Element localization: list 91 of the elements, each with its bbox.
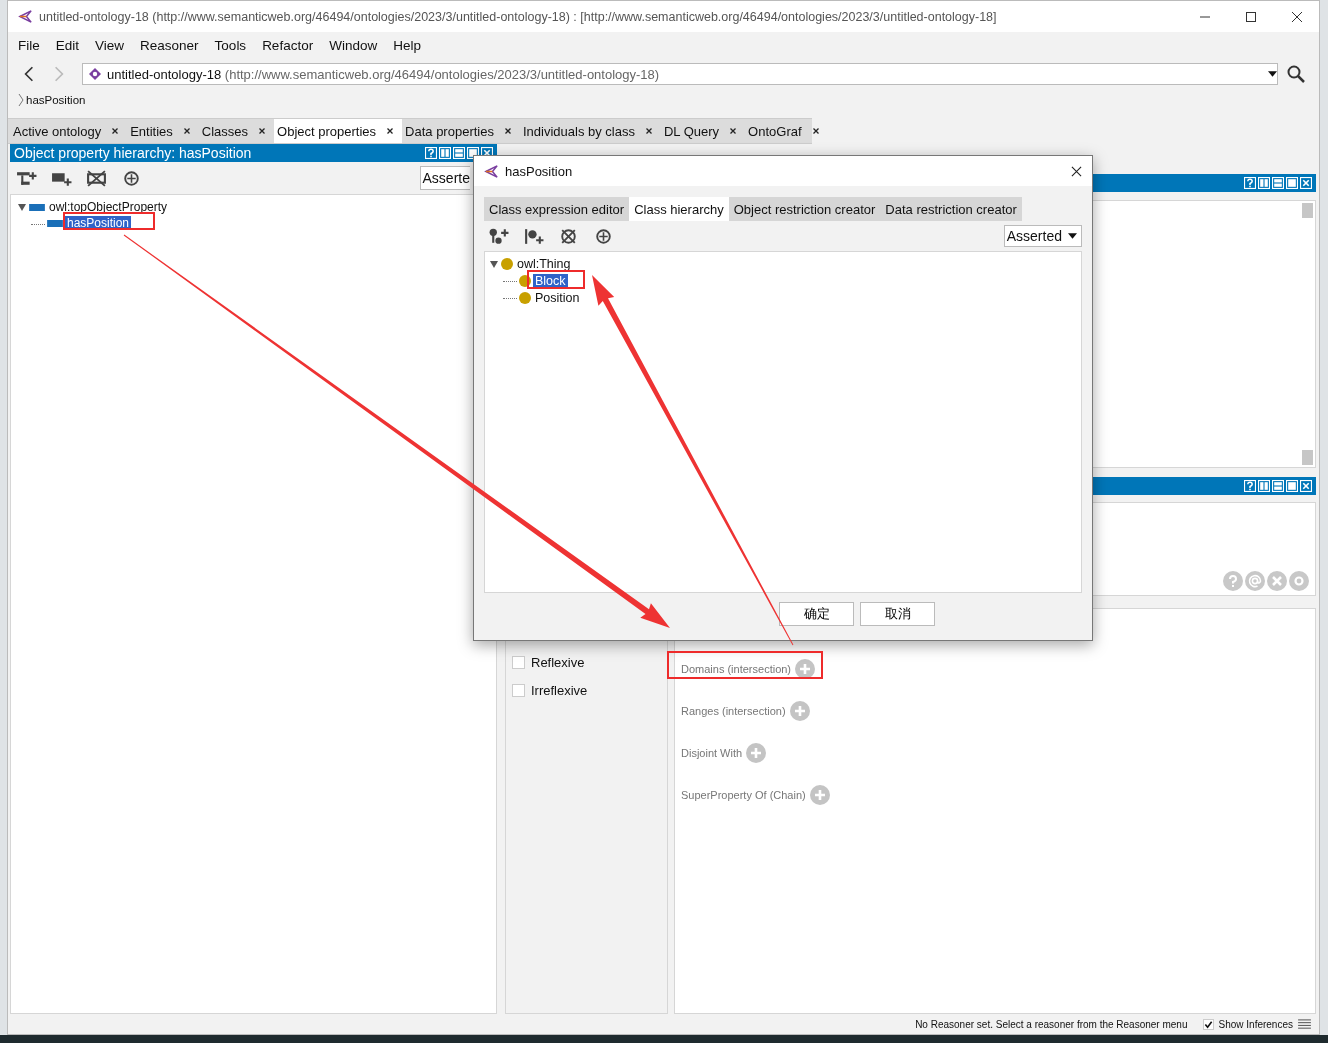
search-icon[interactable] [1287, 65, 1305, 83]
breadcrumb-item[interactable]: hasPosition [26, 94, 86, 106]
tab[interactable]: Class expression editor [484, 197, 630, 221]
help-icon[interactable] [425, 147, 437, 159]
dropdown-caret-icon[interactable] [1068, 233, 1077, 239]
highlight-frame [527, 270, 585, 289]
menu-item[interactable]: Reasoner [132, 37, 207, 53]
close-icon[interactable] [386, 127, 395, 135]
close-icon[interactable] [1071, 165, 1082, 177]
section-label: SuperProperty Of (Chain) [681, 789, 806, 801]
app-logo-icon [18, 9, 33, 24]
target-icon[interactable] [121, 169, 142, 187]
help-icon[interactable] [1244, 177, 1256, 189]
tab[interactable]: Active ontology [10, 119, 128, 143]
tab[interactable]: Entities [127, 119, 199, 143]
menu-item[interactable]: Edit [47, 37, 88, 53]
add-subproperty-icon[interactable] [16, 169, 37, 187]
class-icon [501, 257, 513, 270]
back-icon[interactable] [22, 65, 36, 83]
add-icon[interactable] [795, 659, 816, 679]
menu-item[interactable]: View [87, 37, 133, 53]
close-icon[interactable] [111, 127, 120, 135]
chevron-icon [18, 93, 24, 107]
checkbox[interactable] [512, 684, 525, 697]
close-icon[interactable] [258, 127, 267, 135]
close-icon[interactable] [644, 127, 653, 135]
scrollbar-thumb[interactable] [1302, 450, 1313, 465]
tab[interactable]: Data restriction creator [880, 197, 1022, 221]
checkbox-label: Irreflexive [531, 683, 588, 698]
tab[interactable]: Class hierarchy [629, 197, 729, 221]
menu-icon[interactable] [1298, 1018, 1311, 1030]
split-vertical-icon[interactable] [439, 147, 451, 159]
help-icon[interactable] [1244, 480, 1256, 492]
tab[interactable]: Data properties [402, 119, 520, 143]
split-vertical-icon[interactable] [1258, 480, 1270, 492]
view-mode-dropdown[interactable]: Asserted [1003, 225, 1082, 247]
dialog-button[interactable]: 取消 [860, 602, 935, 626]
menu-item[interactable]: Refactor [254, 37, 322, 53]
window-title: untitled-ontology-18 (http://www.semanticweb.org/46494/ontologies/2023/3/untitled-ontology-18) : [http://www.semanticweb.org/46494/ontologies/2023/3/untitled-ontology-18] [39, 9, 997, 24]
tree-item[interactable]: Block [533, 273, 568, 288]
close-icon[interactable] [729, 127, 738, 135]
tab[interactable]: Classes [198, 119, 275, 143]
target-icon[interactable] [593, 227, 614, 245]
section-label: Domains (intersection) [681, 663, 792, 675]
class-icon [519, 291, 531, 304]
tab[interactable]: OntoGraf [745, 119, 828, 143]
add-sibling-icon[interactable] [523, 227, 544, 245]
panel-title: Object property hierarchy: hasPosition [14, 145, 252, 161]
close-icon[interactable] [1291, 10, 1303, 23]
section-label: Disjoint With [681, 747, 743, 759]
view-mode-dropdown[interactable]: Asserte [419, 166, 470, 190]
status-message: No Reasoner set. Select a reasoner from the Reasoner menu [915, 1018, 1188, 1030]
property-icon [29, 203, 45, 211]
tab[interactable]: Individuals by class [519, 119, 661, 143]
tab[interactable]: DL Query [660, 119, 746, 143]
section-label: Ranges (intersection) [681, 705, 786, 717]
scrollbar-thumb[interactable] [1302, 203, 1313, 218]
collapse-triangle-icon[interactable] [17, 202, 27, 212]
delete-icon[interactable] [558, 227, 579, 245]
dropdown-caret-icon[interactable] [1268, 71, 1277, 77]
property-icon [47, 219, 63, 227]
delete-icon[interactable] [86, 169, 107, 187]
menu-item[interactable]: Tools [206, 37, 255, 53]
checkbox-label: Show Inferences [1218, 1018, 1293, 1030]
tab[interactable]: Object properties [274, 119, 403, 143]
checkbox[interactable] [512, 656, 525, 669]
split-horizontal-icon[interactable] [453, 147, 465, 159]
maximize-icon[interactable] [1245, 10, 1257, 23]
dialog-title: hasPosition [505, 163, 573, 179]
app-logo-icon [484, 163, 499, 179]
collapse-triangle-icon[interactable] [489, 258, 499, 269]
class-icon [519, 274, 531, 287]
add-subclass-icon[interactable] [488, 227, 509, 245]
checkbox-label: Reflexive [531, 655, 585, 670]
address-field[interactable]: untitled-ontology-18 (http://www.semanticweb.org/46494/ontologies/2023/3/untitled-ontology-18) [82, 63, 1278, 85]
checkbox[interactable] [1202, 1018, 1214, 1030]
split-vertical-icon[interactable] [1258, 177, 1270, 189]
dialog-button[interactable]: 确定 [779, 602, 854, 626]
close-icon[interactable] [811, 127, 820, 135]
tree-item[interactable]: owl:Thing [515, 256, 573, 271]
tree-item[interactable]: owl:topObjectProperty [47, 200, 170, 214]
tree-item[interactable]: Position [533, 290, 582, 305]
ontology-icon [89, 68, 101, 80]
split-horizontal-icon[interactable] [1272, 177, 1284, 189]
menu-item[interactable]: File [10, 37, 48, 53]
close-icon[interactable] [503, 127, 512, 135]
menu-item[interactable]: Help [385, 37, 429, 53]
tab[interactable]: Object restriction creator [728, 197, 881, 221]
split-horizontal-icon[interactable] [1272, 480, 1284, 492]
close-icon[interactable] [182, 127, 191, 135]
menu-item[interactable]: Window [321, 37, 386, 53]
